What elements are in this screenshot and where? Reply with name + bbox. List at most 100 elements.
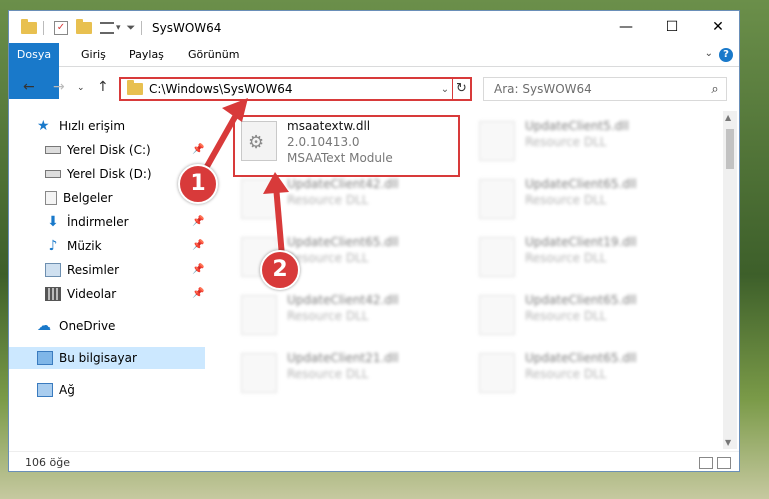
forward-arrow-icon[interactable]: → — [53, 79, 65, 95]
divider — [141, 21, 143, 35]
pin-icon[interactable]: 📌 — [192, 144, 204, 155]
vertical-scrollbar[interactable]: ▲ ▼ — [723, 111, 737, 449]
scroll-up-icon[interactable]: ▲ — [725, 113, 731, 122]
ribbon-tabs: Dosya Giriş Paylaş Görünüm ⌄ ? — [9, 43, 739, 99]
nav-item-videos[interactable]: Videolar — [45, 283, 205, 305]
file-description: Resource DLL — [525, 367, 607, 381]
nav-item-pictures[interactable]: Resimler — [45, 259, 205, 281]
folder-icon[interactable] — [21, 19, 37, 34]
large-icons-view-icon[interactable] — [717, 457, 731, 469]
nav-item-label: Müzik — [67, 239, 102, 253]
file-item[interactable]: UpdateClient42.dll Resource DLL — [235, 287, 465, 343]
chevron-down-icon[interactable]: ⌄ — [705, 48, 713, 59]
file-description: Resource DLL — [287, 251, 369, 265]
divider — [43, 21, 44, 35]
search-input[interactable]: Ara: SysWOW64 — [494, 82, 704, 96]
file-name: UpdateClient42.dll — [287, 177, 399, 191]
nav-item-label: Yerel Disk (D:) — [67, 167, 152, 181]
customize-quick-access-icon[interactable]: ⏷ — [127, 21, 136, 35]
file-description: Resource DLL — [287, 309, 369, 323]
file-name: UpdateClient42.dll — [287, 293, 399, 307]
file-name: UpdateClient65.dll — [525, 293, 637, 307]
tab-share[interactable]: Paylaş — [121, 43, 172, 67]
file-name: UpdateClient65.dll — [525, 177, 637, 191]
nav-item-label: Videolar — [67, 287, 117, 301]
quick-access-toolbar: ✓ ▾ ⏷ — [21, 19, 143, 36]
rename-icon[interactable] — [100, 22, 114, 34]
explorer-window: ✓ ▾ ⏷ SysWOW64 — ☐ ✕ Dosya Giriş Paylaş … — [8, 10, 740, 472]
nav-item-label: OneDrive — [59, 319, 116, 333]
nav-item-label: İndirmeler — [67, 215, 129, 229]
nav-item-local-disk-c[interactable]: Yerel Disk (C:) — [45, 139, 205, 161]
help-icon[interactable]: ? — [719, 48, 733, 62]
nav-item-label: Resimler — [67, 263, 120, 277]
drive-icon — [45, 170, 61, 178]
back-arrow-icon[interactable]: ← — [23, 79, 35, 95]
file-item[interactable]: UpdateClient19.dll Resource DLL — [473, 229, 703, 285]
scrollbar-thumb[interactable] — [726, 129, 734, 169]
pin-icon[interactable]: 📌 — [192, 216, 204, 227]
recent-locations-chevron-icon[interactable]: ⌄ — [77, 83, 85, 93]
file-description: Resource DLL — [287, 367, 369, 381]
file-item[interactable]: UpdateClient65.dll Resource DLL — [473, 287, 703, 343]
download-icon: ⬇ — [47, 214, 59, 230]
tab-home[interactable]: Giriş — [73, 43, 114, 67]
file-item[interactable]: UpdateClient65.dll Resource DLL — [473, 345, 703, 401]
chevron-down-icon[interactable]: ⌄ — [438, 84, 452, 95]
new-folder-icon[interactable] — [76, 19, 92, 34]
address-row: ← → ⌄ ↑ C:\Windows\SysWOW64 ⌄ ↻ Ara: Sys… — [9, 71, 739, 107]
close-button[interactable]: ✕ — [695, 11, 739, 43]
title-bar: ✓ ▾ ⏷ SysWOW64 — ☐ ✕ — [9, 11, 739, 43]
documents-icon — [45, 191, 57, 205]
network-icon — [37, 383, 53, 397]
navigation-pane: ★ Hızlı erişim Yerel Disk (C:) 📌 Yerel D… — [9, 111, 209, 449]
file-description: Resource DLL — [525, 309, 607, 323]
status-bar: 106 öğe — [9, 451, 739, 471]
file-name: UpdateClient65.dll — [287, 235, 399, 249]
step-2-badge: 2 — [260, 250, 300, 290]
minimize-button[interactable]: — — [603, 11, 649, 43]
file-description: Resource DLL — [525, 193, 607, 207]
step-1-badge: 1 — [178, 164, 218, 204]
scroll-down-icon[interactable]: ▼ — [725, 438, 731, 447]
view-switcher — [699, 457, 731, 469]
file-highlight-box — [233, 115, 460, 177]
cloud-icon: ☁ — [37, 318, 51, 334]
search-box[interactable]: Ara: SysWOW64 ⌕ — [483, 77, 727, 101]
dll-file-icon — [479, 295, 515, 335]
star-icon: ★ — [37, 118, 50, 134]
up-arrow-icon[interactable]: ↑ — [97, 79, 109, 95]
nav-item-label: Yerel Disk (C:) — [67, 143, 151, 157]
nav-item-downloads[interactable]: ⬇ İndirmeler — [45, 211, 205, 233]
nav-item-label: Bu bilgisayar — [59, 351, 137, 365]
search-icon: ⌕ — [711, 81, 719, 97]
dll-file-icon — [479, 121, 515, 161]
file-name: UpdateClient65.dll — [525, 351, 637, 365]
file-item[interactable]: UpdateClient42.dll Resource DLL — [235, 171, 465, 227]
chevron-down-icon[interactable]: ▾ — [116, 23, 121, 33]
nav-item-music[interactable]: ♪ Müzik — [45, 235, 205, 257]
pin-icon[interactable]: 📌 — [192, 240, 204, 251]
nav-item-this-pc[interactable]: Bu bilgisayar — [9, 347, 205, 369]
nav-item-label: Ağ — [59, 383, 75, 397]
file-item[interactable]: UpdateClient21.dll Resource DLL — [235, 345, 465, 401]
file-item[interactable]: UpdateClient65.dll Resource DLL — [473, 171, 703, 227]
nav-item-onedrive[interactable]: ☁ OneDrive — [37, 315, 207, 337]
computer-icon — [37, 351, 53, 365]
folder-icon — [127, 80, 143, 95]
properties-icon[interactable]: ✓ — [54, 21, 68, 35]
pin-icon[interactable]: 📌 — [192, 288, 204, 299]
nav-item-network[interactable]: Ağ — [37, 379, 207, 401]
music-icon: ♪ — [48, 238, 58, 254]
file-item[interactable]: UpdateClient5.dll Resource DLL — [473, 113, 703, 169]
dll-file-icon — [479, 237, 515, 277]
address-bar[interactable]: C:\Windows\SysWOW64 ⌄ ↻ — [119, 77, 472, 101]
address-path[interactable]: C:\Windows\SysWOW64 — [149, 82, 438, 96]
details-view-icon[interactable] — [699, 457, 713, 469]
refresh-icon[interactable]: ↻ — [452, 79, 470, 99]
file-description: Resource DLL — [525, 251, 607, 265]
maximize-button[interactable]: ☐ — [649, 11, 695, 43]
nav-item-quick-access[interactable]: ★ Hızlı erişim — [37, 115, 207, 137]
pin-icon[interactable]: 📌 — [192, 264, 204, 275]
tab-view[interactable]: Görünüm — [180, 43, 247, 67]
